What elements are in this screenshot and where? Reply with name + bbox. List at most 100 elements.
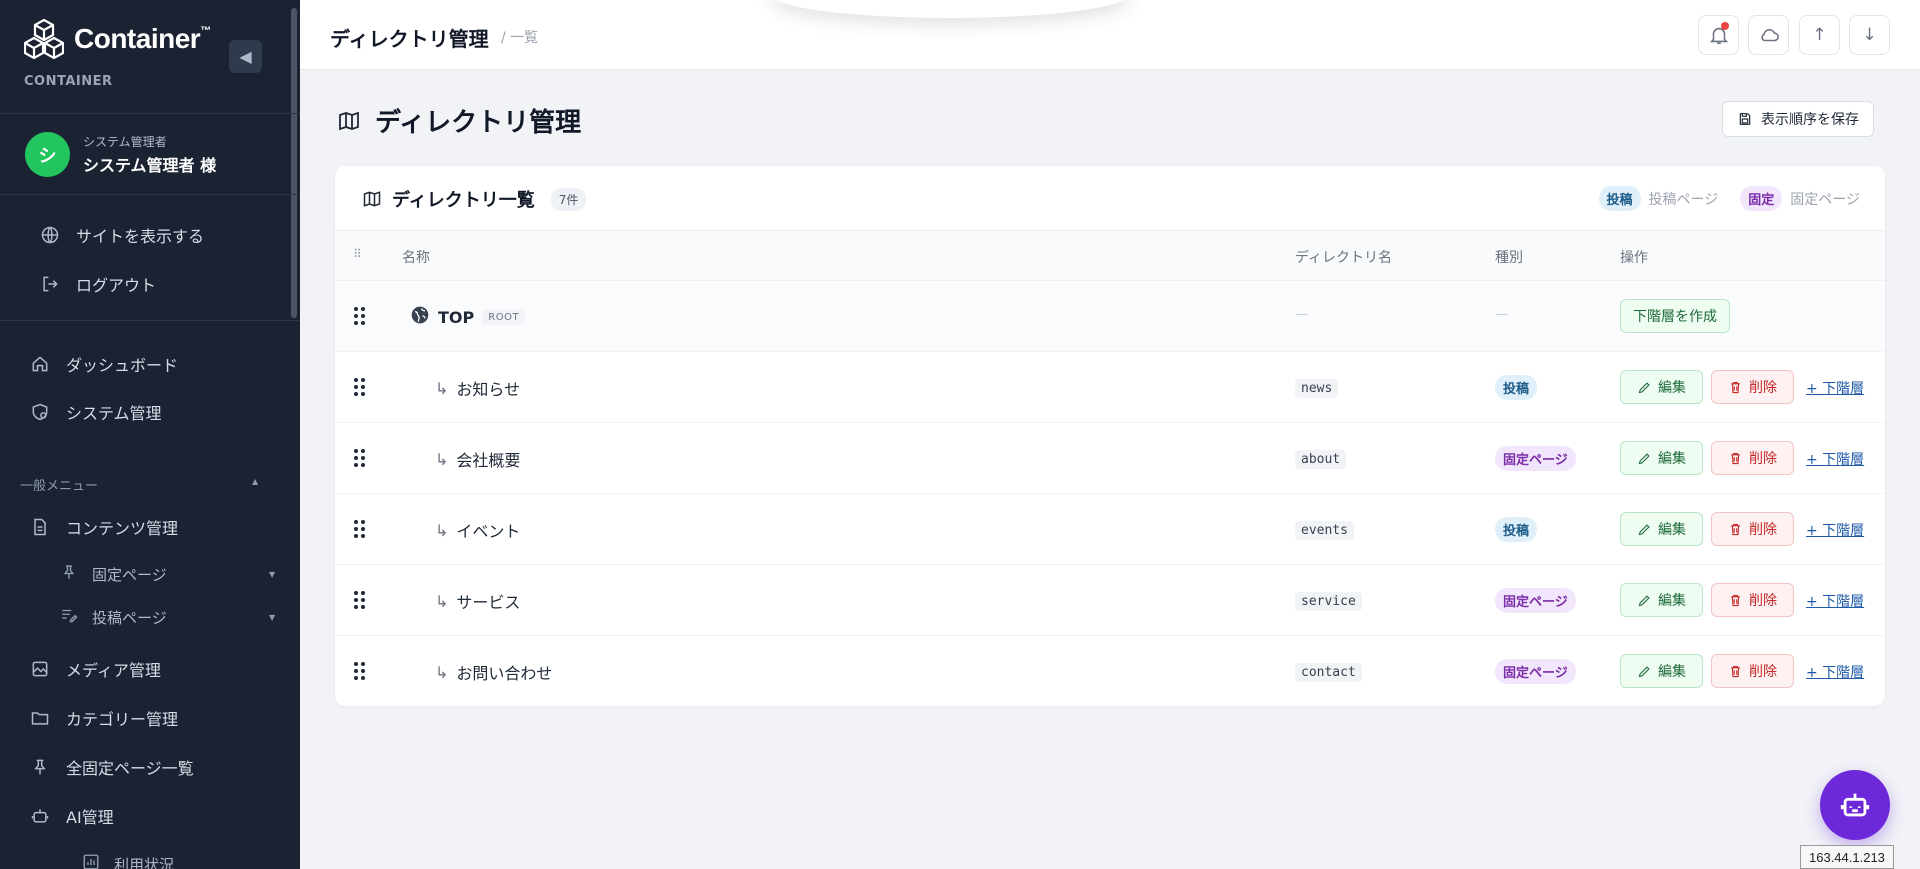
sidebar-item-category[interactable]: カテゴリー管理 (30, 706, 178, 730)
card-title: ディレクトリ一覧 7件 (362, 186, 587, 212)
table-row[interactable]: ↳ イベント events 投稿 編集 削除 + 下階層 (335, 494, 1885, 565)
create-child-button[interactable]: 下階層を作成 (1620, 299, 1730, 333)
edit-label: 編集 (1658, 593, 1686, 609)
ai-assistant-button[interactable] (1820, 770, 1890, 840)
avatar: シ (25, 132, 70, 177)
section-label-general: 一般メニュー (20, 479, 99, 494)
drag-handle-icon[interactable] (354, 591, 366, 609)
home-icon (30, 354, 50, 374)
delete-button[interactable]: 削除 (1711, 583, 1794, 617)
delete-button[interactable]: 削除 (1711, 370, 1794, 404)
type-badge: 固定ページ (1495, 588, 1576, 613)
notification-dot (1721, 22, 1729, 30)
sidebar-subitem-label: 利用状況 (114, 855, 175, 869)
delete-button[interactable]: 削除 (1711, 512, 1794, 546)
sidebar-item-label: システム管理 (66, 404, 162, 423)
add-child-link[interactable]: + 下階層 (1806, 591, 1864, 611)
view-site-label: サイトを表示する (76, 227, 205, 246)
dropdown-shadow (770, 0, 1130, 18)
page-title: ディレクトリ管理 (330, 27, 489, 51)
brand[interactable]: Container™ (24, 18, 211, 60)
folder-icon (30, 708, 50, 728)
robot-icon (1840, 793, 1870, 817)
row-name: ↳ サービス (435, 589, 520, 613)
page-heading-text: ディレクトリ管理 (375, 108, 582, 138)
edit-label: 編集 (1658, 380, 1686, 396)
save-icon (1739, 113, 1751, 125)
sidebar-item-contents[interactable]: コンテンツ管理 (30, 515, 178, 539)
save-order-label: 表示順序を保存 (1761, 112, 1859, 128)
cube-logo-icon (24, 18, 64, 60)
add-child-link[interactable]: + 下階層 (1806, 449, 1864, 469)
pin-icon (60, 563, 78, 585)
delete-button[interactable]: 削除 (1711, 441, 1794, 475)
sidebar-item-label: AI管理 (66, 808, 114, 827)
user-role: システム管理者 (83, 135, 167, 149)
table-row[interactable]: ↳ サービス service 固定ページ 編集 削除 + 下階層 (335, 565, 1885, 636)
table-row[interactable]: ↳ 会社概要 about 固定ページ 編集 削除 + 下階層 (335, 423, 1885, 494)
brand-name: Container™ (74, 23, 211, 54)
child-arrow-icon: ↳ (435, 520, 449, 540)
logout-link[interactable]: ログアウト (40, 272, 156, 296)
delete-label: 削除 (1749, 451, 1777, 467)
chevron-down-icon[interactable]: ▼ (269, 570, 275, 579)
drag-handle-icon[interactable] (354, 378, 366, 396)
save-order-button[interactable]: 表示順序を保存 (1722, 101, 1874, 137)
edit-button[interactable]: 編集 (1620, 370, 1703, 404)
sidebar-subitem-fixed-pages[interactable]: 固定ページ (60, 563, 167, 585)
column-header-ops: 操作 (1620, 250, 1648, 266)
sidebar-scrollbar[interactable] (291, 8, 297, 318)
delete-button[interactable]: 削除 (1711, 654, 1794, 688)
view-site-link[interactable]: サイトを表示する (40, 223, 204, 247)
sidebar-item-media[interactable]: メディア管理 (30, 657, 161, 681)
sidebar-item-ai[interactable]: AI管理 (30, 804, 114, 828)
globe-icon (40, 225, 60, 245)
cloud-icon (1760, 29, 1779, 42)
table-row[interactable]: ↳ お知らせ news 投稿 編集 削除 + 下階層 (335, 352, 1885, 423)
table-row[interactable]: ↳ お問い合わせ contact 固定ページ 編集 削除 + 下階層 (335, 636, 1885, 706)
sidebar-collapse-button[interactable]: ◀ (229, 40, 262, 73)
drag-handle-icon[interactable] (354, 520, 366, 538)
logout-icon (40, 274, 60, 294)
edit-button[interactable]: 編集 (1620, 512, 1703, 546)
edit-button[interactable]: 編集 (1620, 654, 1703, 688)
pencil-icon (1638, 452, 1650, 464)
cloud-button[interactable] (1748, 15, 1789, 55)
row-name: ↳ お問い合わせ (435, 660, 552, 684)
sidebar-item-system[interactable]: システム管理 (30, 400, 162, 424)
child-arrow-icon: ↳ (435, 449, 449, 469)
row-name-text: サービス (456, 593, 521, 612)
add-child-link[interactable]: + 下階層 (1806, 662, 1864, 682)
table-row-root[interactable]: TOP ROOT — — 下階層を作成 (335, 281, 1885, 352)
sidebar-subitem-post-pages[interactable]: 投稿ページ (60, 606, 167, 628)
scroll-down-button[interactable]: ↓ (1849, 15, 1890, 55)
arrow-up-icon: ↑ (1812, 25, 1827, 45)
child-arrow-icon: ↳ (435, 378, 449, 398)
child-arrow-icon: ↳ (435, 591, 449, 611)
drag-handle-icon[interactable] (354, 449, 366, 467)
root-tag: ROOT (482, 309, 526, 325)
section-collapse-icon[interactable]: ▲ (252, 477, 258, 486)
edit-list-icon (60, 606, 78, 628)
scroll-up-button[interactable]: ↑ (1799, 15, 1840, 55)
edit-label: 編集 (1658, 664, 1686, 680)
sidebar-item-dashboard[interactable]: ダッシュボード (30, 352, 178, 376)
card-title-text: ディレクトリ一覧 (392, 190, 535, 211)
pencil-icon (1638, 665, 1650, 677)
drag-handle-icon[interactable] (354, 662, 366, 680)
root-name-text: TOP (438, 307, 475, 327)
edit-label: 編集 (1658, 451, 1686, 467)
add-child-link[interactable]: + 下階層 (1806, 378, 1864, 398)
sidebar-subitem-label: 投稿ページ (92, 608, 167, 627)
sidebar-item-all-fixed[interactable]: 全固定ページ一覧 (30, 755, 194, 779)
edit-button[interactable]: 編集 (1620, 441, 1703, 475)
notification-button[interactable] (1698, 15, 1739, 55)
type-badge: 固定ページ (1495, 446, 1576, 471)
add-child-link[interactable]: + 下階層 (1806, 520, 1864, 540)
brand-subtitle: CONTAINER (24, 74, 113, 89)
edit-button[interactable]: 編集 (1620, 583, 1703, 617)
drag-handle-icon[interactable] (354, 307, 366, 325)
sidebar-subitem-usage[interactable]: 利用状況 (82, 853, 174, 869)
trash-icon (1731, 381, 1740, 393)
chevron-down-icon[interactable]: ▼ (269, 613, 275, 622)
